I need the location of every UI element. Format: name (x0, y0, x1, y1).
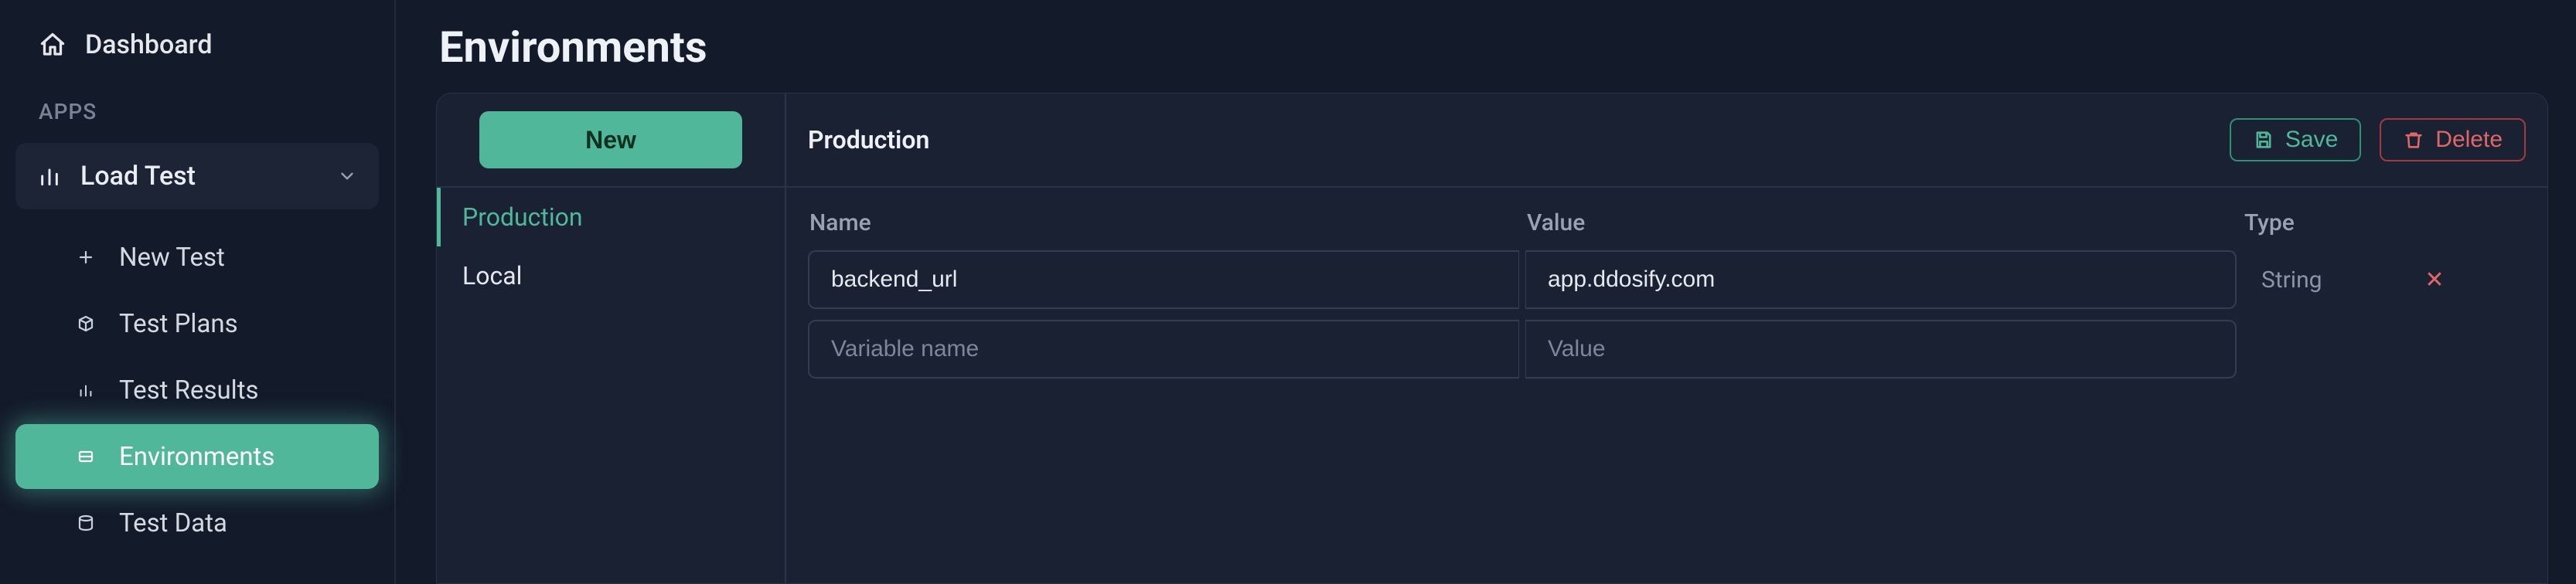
sidebar-app-selector[interactable]: Load Test (15, 143, 379, 209)
sidebar-item-environments[interactable]: Environments (15, 424, 379, 489)
save-button-label: Save (2285, 127, 2338, 153)
sidebar-item-label: Test Results (119, 375, 259, 406)
environment-detail: Production Save Delete (786, 93, 2547, 583)
sidebar-app-selector-label: Load Test (80, 161, 196, 192)
new-environment-button[interactable]: New (479, 111, 742, 168)
column-header-name: Name (808, 205, 1519, 250)
environment-item-label: Local (462, 261, 522, 290)
chevron-down-icon (337, 166, 357, 186)
environments-list: New Production Local (437, 93, 786, 583)
save-icon (2253, 129, 2274, 151)
variables-area: Name Value Type String ✕ (786, 188, 2547, 396)
new-variable-name-input[interactable] (808, 320, 1519, 379)
column-header-value: Value (1525, 205, 2237, 250)
environments-panel: New Production Local Production (436, 93, 2548, 584)
environment-item-local[interactable]: Local (437, 246, 785, 305)
main-area: Environments New Production Local Produc… (396, 0, 2576, 584)
close-icon: ✕ (2424, 267, 2444, 294)
home-icon (39, 31, 66, 59)
sidebar-dashboard-link[interactable]: Dashboard (0, 22, 394, 83)
remove-variable-button[interactable]: ✕ (2411, 267, 2458, 294)
sidebar-item-label: Test Plans (119, 309, 238, 339)
bar-chart-icon (37, 164, 62, 188)
sidebar-item-test-data[interactable]: Test Data (15, 491, 379, 555)
sidebar-item-label: New Test (119, 243, 225, 273)
plus-icon (73, 248, 99, 267)
save-button[interactable]: Save (2230, 118, 2361, 161)
delete-button-label: Delete (2435, 127, 2503, 153)
new-variable-value-input[interactable] (1525, 320, 2237, 379)
detail-header: Production Save Delete (786, 93, 2547, 188)
database-icon (73, 514, 99, 532)
sidebar-apps-label: APPS (0, 83, 394, 135)
trash-icon (2403, 129, 2424, 151)
environment-item-label: Production (462, 202, 583, 232)
environment-item-production[interactable]: Production (437, 188, 785, 246)
sidebar-item-new-test[interactable]: New Test (15, 225, 379, 290)
bars-icon (73, 382, 99, 399)
delete-button[interactable]: Delete (2380, 118, 2526, 161)
cube-icon (73, 314, 99, 333)
page-title: Environments (439, 22, 2548, 73)
detail-title: Production (808, 125, 929, 154)
variable-type-cell[interactable]: String (2243, 267, 2405, 294)
variable-value-input[interactable] (1525, 250, 2237, 309)
sidebar-item-test-results[interactable]: Test Results (15, 358, 379, 423)
column-header-type: Type (2243, 205, 2405, 250)
sidebar-dashboard-label: Dashboard (85, 29, 213, 60)
sidebar-item-test-plans[interactable]: Test Plans (15, 291, 379, 356)
variable-name-input[interactable] (808, 250, 1519, 309)
sidebar-item-label: Environments (119, 442, 274, 472)
sidebar-item-label: Test Data (119, 508, 227, 538)
sidebar: Dashboard APPS Load Test New Test Test P… (0, 0, 396, 584)
grid-icon (73, 447, 99, 466)
